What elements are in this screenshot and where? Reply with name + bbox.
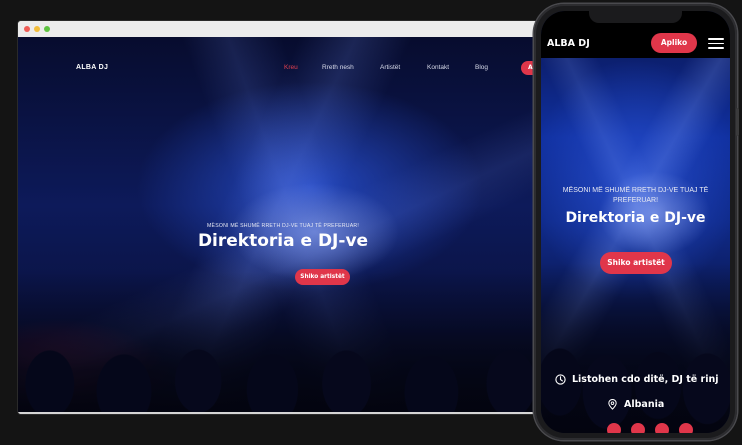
nav-item-kontakt[interactable]: Kontakt (427, 64, 475, 71)
social-icon[interactable] (679, 423, 693, 433)
crowd-silhouette (18, 272, 548, 412)
social-icon[interactable] (631, 423, 645, 433)
hamburger-icon[interactable] (708, 38, 724, 49)
close-window-icon[interactable] (24, 26, 30, 32)
site-logo[interactable]: ALBA DJ (76, 64, 108, 71)
desktop-navbar: ALBA DJ Kreu Rreth nesh Artistët Kontakt… (18, 37, 548, 75)
mobile-view-artists-button[interactable]: Shiko artistët (600, 252, 672, 274)
nav-item-blog[interactable]: Blog (475, 64, 515, 71)
social-links (607, 423, 693, 433)
social-icon[interactable] (607, 423, 621, 433)
phone-side-button (736, 108, 739, 136)
mobile-site-logo[interactable]: ALBA DJ (547, 38, 590, 49)
browser-title-bar (18, 21, 548, 37)
mobile-hero-title: Direktoria e DJ-ve (565, 210, 706, 226)
desktop-nav-menu: Kreu Rreth nesh Artistët Kontakt Blog (284, 64, 515, 71)
mobile-apply-button[interactable]: Apliko (651, 33, 697, 53)
desktop-hero-section: ALBA DJ Kreu Rreth nesh Artistët Kontakt… (18, 37, 548, 412)
nav-item-kreu[interactable]: Kreu (284, 64, 322, 71)
hero-kicker: MËSONI MË SHUMË RRETH DJ-VE TUAJ TË PREF… (207, 223, 359, 229)
nav-item-rreth-nesh[interactable]: Rreth nesh (322, 64, 380, 71)
hero-title: Direktoria e DJ-ve (197, 231, 369, 251)
browser-bottom-edge (18, 412, 548, 414)
location-text: Albania (624, 399, 665, 410)
maximize-window-icon[interactable] (44, 26, 50, 32)
location-info: Albania (607, 399, 664, 410)
desktop-browser-window: ALBA DJ Kreu Rreth nesh Artistët Kontakt… (18, 21, 548, 414)
mobile-screen: ALBA DJ Apliko MËSONI MË SHUMË RRETH DJ-… (541, 11, 730, 433)
phone-notch (589, 11, 682, 23)
location-pin-icon (608, 399, 617, 410)
clock-icon (555, 374, 566, 385)
schedule-text: Listohen cdo ditë, DJ të rinj (572, 374, 719, 385)
minimize-window-icon[interactable] (34, 26, 40, 32)
schedule-info: Listohen cdo ditë, DJ të rinj (555, 374, 719, 385)
view-artists-button[interactable]: Shiko artistët (295, 269, 350, 285)
mobile-navbar: ALBA DJ Apliko (541, 11, 730, 58)
nav-item-artistet[interactable]: Artistët (380, 64, 427, 71)
mockup-stage: ALBA DJ Kreu Rreth nesh Artistët Kontakt… (0, 0, 742, 445)
mobile-hero-kicker: MËSONI MË SHUMË RRETH DJ-VE TUAJ TË PREF… (562, 187, 709, 204)
social-icon[interactable] (655, 423, 669, 433)
